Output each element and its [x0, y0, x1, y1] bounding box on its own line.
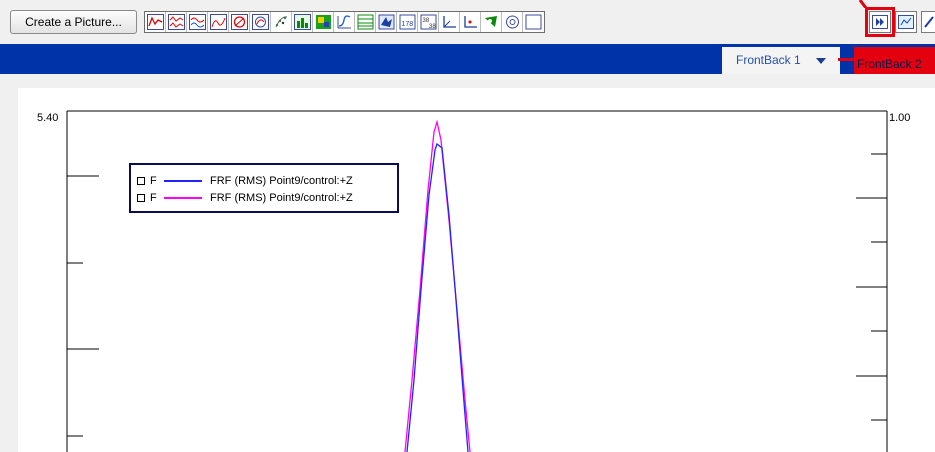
legend[interactable]: F FRF (RMS) Point9/control:+Z F FRF (RMS…	[129, 163, 399, 213]
legend-label: FRF (RMS) Point9/control:+Z	[210, 175, 353, 187]
legend-entry[interactable]: F FRF (RMS) Point9/control:+Z	[137, 191, 353, 205]
checkbox[interactable]	[137, 177, 145, 185]
left-axis-max-label: 5.40	[37, 112, 59, 124]
legend-entry[interactable]: F FRF (RMS) Point9/control:+Z	[137, 174, 353, 188]
legend-flag: F	[150, 175, 157, 187]
right-axis-max-label: 1.00	[889, 112, 911, 124]
trace-blue	[406, 142, 469, 452]
checkbox[interactable]	[137, 194, 145, 202]
application-window: Create a Picture... 178 38 38 FrontBack …	[0, 0, 935, 452]
legend-label: FRF (RMS) Point9/control:+Z	[210, 192, 353, 204]
legend-swatch	[164, 180, 202, 182]
legend-swatch	[164, 197, 202, 199]
legend-flag: F	[150, 192, 157, 204]
trace-magenta	[404, 119, 471, 452]
plot-canvas	[66, 110, 888, 452]
